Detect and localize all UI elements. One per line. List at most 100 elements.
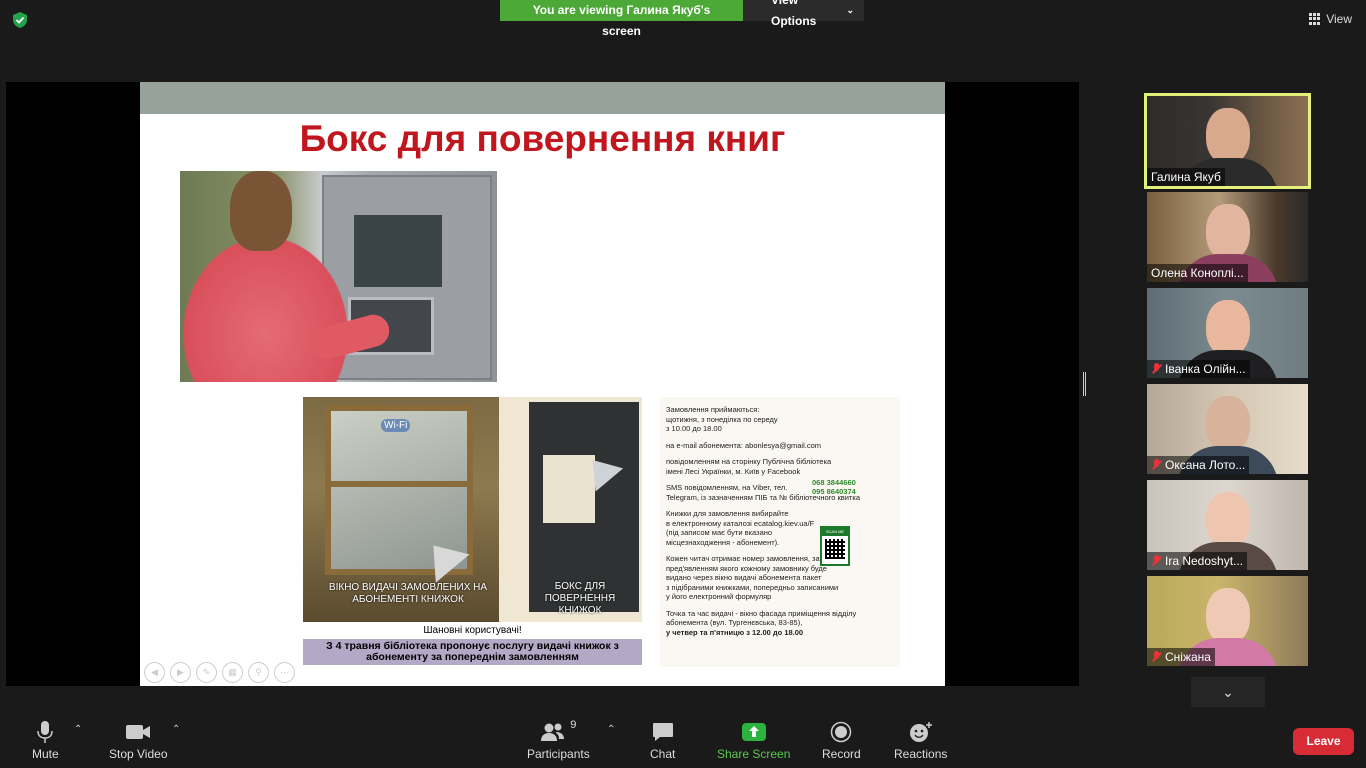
stop-video-label: Stop Video [109, 747, 168, 761]
share-screen-label: Share Screen [717, 747, 791, 761]
wifi-sign: Wi-Fi [381, 419, 411, 432]
info-text: щотижня, з понеділка по середу [666, 414, 778, 424]
microphone-icon [37, 720, 54, 744]
order-info-panel: Замовлення приймаються: щотижня, з понед… [660, 397, 900, 667]
slide-title: Бокс для повернення книг [299, 118, 786, 159]
meeting-toolbar: Mute ⌃ Stop Video ⌃ 9 Participants ⌃ Cha… [0, 708, 1366, 768]
more-options-icon[interactable]: ⋯ [274, 662, 295, 683]
info-text: місцезнаходження - абонемент). [666, 537, 780, 547]
share-screen-button[interactable]: Share Screen [717, 720, 790, 761]
participant-tile[interactable]: Іванка Олійн... [1147, 288, 1308, 378]
share-screen-icon [741, 720, 767, 744]
view-options-label: View Options [771, 0, 817, 28]
record-icon [830, 720, 852, 744]
info-text: з 10.00 до 18.00 [666, 424, 722, 433]
info-text: Кожен читач отримає номер замовлення, за [666, 554, 820, 563]
participant-tile[interactable]: Галина Якуб [1144, 93, 1311, 189]
viewing-status-text: You are viewing Галина Якуб's screen [500, 0, 743, 38]
prev-slide-icon[interactable]: ◀ [144, 662, 165, 683]
info-text: пред'явленням якого кожному замовнику бу… [666, 563, 827, 573]
record-label: Record [822, 747, 861, 761]
slide-header-bar [140, 82, 945, 114]
reactions-button[interactable]: Reactions [894, 720, 947, 761]
video-camera-icon [125, 720, 151, 744]
stop-video-button[interactable]: Stop Video [109, 720, 168, 761]
security-shield-icon[interactable] [11, 11, 29, 29]
info-email: на e-mail абонемента: abonlesya@gmail.co… [666, 440, 821, 450]
leave-button[interactable]: Leave [1293, 728, 1354, 755]
issue-window-caption: ВІКНО ВИДАЧІ ЗАМОВЛЕНИХ НА АБОНЕМЕНТІ КН… [328, 582, 488, 605]
participant-name-text: Сніжана [1165, 650, 1211, 664]
viewing-banner: You are viewing Галина Якуб's screen Vie… [500, 0, 864, 38]
view-options-button[interactable]: View Options ⌄ [743, 0, 864, 28]
smiley-plus-icon [908, 720, 934, 744]
participant-name: Ira Nedoshyt... [1147, 552, 1248, 570]
info-text: з підібраними книжками, попередньо запис… [666, 582, 839, 592]
participant-count: 9 [570, 719, 577, 731]
participant-name: Сніжана [1147, 648, 1215, 666]
reactions-label: Reactions [894, 747, 948, 761]
participant-tile[interactable]: Сніжана [1147, 576, 1308, 666]
participant-name-text: Оксана Лото... [1165, 458, 1246, 472]
participant-name: Олена Коноплі... [1147, 264, 1248, 282]
notice-greeting: Шановні користувачі! [423, 625, 522, 636]
mute-label: Mute [32, 747, 59, 761]
mic-muted-icon [1151, 555, 1162, 567]
mute-button[interactable]: Mute [32, 720, 59, 761]
info-catalog-link: в електронному каталозі ecatalog.kiev.ua… [666, 518, 815, 528]
next-slide-icon[interactable]: ▶ [170, 662, 191, 683]
chevron-down-icon: ⌄ [1222, 683, 1234, 700]
participant-name-text: Олена Коноплі... [1151, 266, 1244, 280]
chevron-down-icon: ⌄ [846, 5, 854, 15]
chat-bubble-icon [652, 720, 674, 744]
slide-controls: ◀ ▶ ✎ ▦ ⚲ ⋯ [144, 662, 295, 683]
grid-view-icon [1309, 13, 1321, 25]
slides-grid-icon[interactable]: ▦ [222, 662, 243, 683]
issue-window-photo: Wi-Fi ВІКНО ВИДАЧІ ЗАМОВЛЕНИХ НА АБОНЕМЕ… [303, 397, 642, 622]
info-text: абонемента (вул. Тургенєвська, 83-85), [666, 618, 803, 627]
info-text: (під записом має бути вказано [666, 528, 773, 537]
qr-label: SCAN ME [822, 528, 848, 536]
view-layout-button[interactable]: View [1309, 12, 1352, 26]
info-text: у його електронний формуляр [666, 592, 772, 601]
panel-splitter-handle[interactable] [1083, 372, 1086, 396]
chat-label: Chat [650, 747, 676, 761]
info-text: у четвер та п'ятницю з 12.00 до 18.00 [666, 627, 804, 637]
view-layout-label: View [1326, 12, 1352, 26]
book-return-photo [180, 171, 497, 382]
mic-muted-icon [1151, 459, 1162, 471]
mic-muted-icon [1151, 651, 1162, 663]
info-text: SMS повідомленням, на Viber, тел. [666, 483, 788, 492]
info-text: видано через вікно видачі абонемента пак… [666, 573, 822, 582]
qr-code: SCAN ME [820, 526, 850, 566]
participants-label: Participants [527, 747, 590, 761]
scroll-participants-down-button[interactable]: ⌄ [1191, 677, 1265, 707]
participant-tile[interactable]: Олена Коноплі... [1147, 192, 1308, 282]
pen-icon[interactable]: ✎ [196, 662, 217, 683]
participant-name-text: Галина Якуб [1151, 170, 1221, 184]
participant-name-text: Ira Nedoshyt... [1165, 554, 1244, 568]
participants-icon: 9 [540, 719, 577, 744]
participant-tile[interactable]: Оксана Лото... [1147, 384, 1308, 474]
info-text: Точка та час видачі - вікно фасада примі… [666, 608, 857, 618]
chat-button[interactable]: Chat [650, 720, 675, 761]
video-options-caret[interactable]: ⌃ [172, 724, 180, 735]
info-text: повідомленням на сторінку Публічна біблі… [666, 457, 832, 466]
record-button[interactable]: Record [822, 720, 861, 761]
participant-name: Оксана Лото... [1147, 456, 1250, 474]
info-phone: 095 8640374 [812, 487, 856, 496]
participants-button[interactable]: 9 Participants [527, 719, 590, 761]
notice-block: Шановні користувачі! З 4 травня бібліоте… [303, 623, 642, 665]
notice-text: З 4 травня бібліотека пропонує послугу в… [303, 639, 642, 665]
zoom-icon[interactable]: ⚲ [248, 662, 269, 683]
participants-options-caret[interactable]: ⌃ [607, 724, 615, 735]
info-text: Замовлення приймаються: [666, 405, 760, 414]
info-text: імені Лесі Українки, м. Київ у Facebook [666, 466, 801, 476]
participant-tile[interactable]: Ira Nedoshyt... [1147, 480, 1308, 570]
zoom-window: You are viewing Галина Якуб's screen Vie… [0, 0, 1366, 768]
return-box-caption: БОКС ДЛЯ ПОВЕРНЕННЯ КНИЖОК [544, 581, 616, 616]
presentation-slide: Бокс для повернення книг Wi-Fi ВІКНО ВИД… [140, 82, 945, 686]
shared-screen: Бокс для повернення книг Wi-Fi ВІКНО ВИД… [6, 82, 1079, 686]
info-text: Книжки для замовлення вибирайте [666, 509, 789, 518]
audio-options-caret[interactable]: ⌃ [74, 724, 82, 735]
